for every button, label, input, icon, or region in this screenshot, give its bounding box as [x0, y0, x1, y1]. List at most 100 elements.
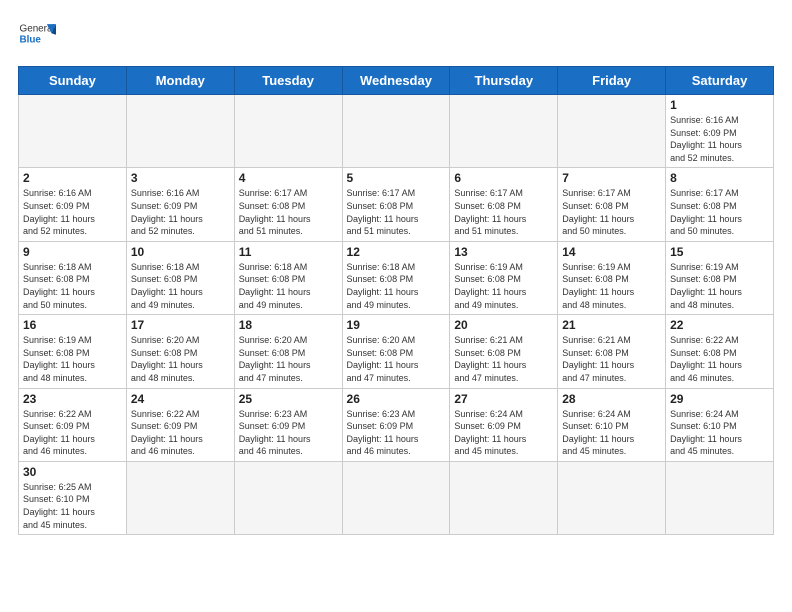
calendar-cell — [450, 461, 558, 534]
calendar-cell: 8Sunrise: 6:17 AM Sunset: 6:08 PM Daylig… — [666, 168, 774, 241]
calendar-week-row: 23 Sunrise: 6:22 AM Sunset: 6:09 PM Dayli… — [19, 388, 774, 461]
day-info: Sunrise: 6:19 AM Sunset: 6:08 PM Dayligh… — [23, 334, 122, 384]
weekday-header-sunday: Sunday — [19, 67, 127, 95]
day-number: 9 — [23, 245, 122, 259]
weekday-header-row: SundayMondayTuesdayWednesdayThursdayFrid… — [19, 67, 774, 95]
day-info: Sunrise: 6:25 AM Sunset: 6:10 PM Dayligh… — [23, 481, 122, 531]
day-info: Sunrise: 6:22 AM Sunset: 6:08 PM Dayligh… — [670, 334, 769, 384]
calendar-cell: 11 Sunrise: 6:18 AM Sunset: 6:08 PM Dayli… — [234, 241, 342, 314]
day-number: 1 — [670, 98, 769, 112]
day-number: 23 — [23, 392, 122, 406]
calendar-week-row: 30 Sunrise: 6:25 AM Sunset: 6:10 PM Dayli… — [19, 461, 774, 534]
day-number: 6 — [454, 171, 553, 185]
calendar-cell: 12Sunrise: 6:18 AM Sunset: 6:08 PM Dayli… — [342, 241, 450, 314]
header: General Blue — [18, 18, 774, 56]
day-info: Sunrise: 6:17 AM Sunset: 6:08 PM Dayligh… — [670, 187, 769, 237]
calendar-cell: 23 Sunrise: 6:22 AM Sunset: 6:09 PM Dayli… — [19, 388, 127, 461]
day-info: Sunrise: 6:17 AM Sunset: 6:08 PM Dayligh… — [562, 187, 661, 237]
calendar-cell: 15 Sunrise: 6:19 AM Sunset: 6:08 PM Dayli… — [666, 241, 774, 314]
day-info: Sunrise: 6:21 AM Sunset: 6:08 PM Dayligh… — [562, 334, 661, 384]
day-number: 15 — [670, 245, 769, 259]
calendar-cell — [342, 95, 450, 168]
calendar-cell: 30 Sunrise: 6:25 AM Sunset: 6:10 PM Dayli… — [19, 461, 127, 534]
calendar-cell: 28 Sunrise: 6:24 AM Sunset: 6:10 PM Dayli… — [558, 388, 666, 461]
calendar-cell: 4 Sunrise: 6:17 AM Sunset: 6:08 PM Daylig… — [234, 168, 342, 241]
calendar-week-row: 16 Sunrise: 6:19 AM Sunset: 6:08 PM Dayli… — [19, 315, 774, 388]
day-info: Sunrise: 6:16 AM Sunset: 6:09 PM Dayligh… — [670, 114, 769, 164]
day-number: 20 — [454, 318, 553, 332]
calendar-cell: 14 Sunrise: 6:19 AM Sunset: 6:08 PM Dayli… — [558, 241, 666, 314]
weekday-header-friday: Friday — [558, 67, 666, 95]
calendar-cell — [558, 461, 666, 534]
weekday-header-thursday: Thursday — [450, 67, 558, 95]
calendar-cell — [558, 95, 666, 168]
page: General Blue SundayMondayTuesdayWednesda… — [0, 0, 792, 612]
calendar-cell: 22 Sunrise: 6:22 AM Sunset: 6:08 PM Dayli… — [666, 315, 774, 388]
generalblue-logo-icon: General Blue — [18, 18, 56, 56]
day-info: Sunrise: 6:19 AM Sunset: 6:08 PM Dayligh… — [454, 261, 553, 311]
day-info: Sunrise: 6:24 AM Sunset: 6:10 PM Dayligh… — [562, 408, 661, 458]
calendar-cell — [126, 461, 234, 534]
day-info: Sunrise: 6:18 AM Sunset: 6:08 PM Dayligh… — [23, 261, 122, 311]
weekday-header-wednesday: Wednesday — [342, 67, 450, 95]
day-info: Sunrise: 6:19 AM Sunset: 6:08 PM Dayligh… — [562, 261, 661, 311]
calendar-cell: 17Sunrise: 6:20 AM Sunset: 6:08 PM Dayli… — [126, 315, 234, 388]
day-info: Sunrise: 6:20 AM Sunset: 6:08 PM Dayligh… — [239, 334, 338, 384]
day-number: 29 — [670, 392, 769, 406]
weekday-header-saturday: Saturday — [666, 67, 774, 95]
day-number: 16 — [23, 318, 122, 332]
calendar-cell: 10Sunrise: 6:18 AM Sunset: 6:08 PM Dayli… — [126, 241, 234, 314]
calendar-cell: 18Sunrise: 6:20 AM Sunset: 6:08 PM Dayli… — [234, 315, 342, 388]
day-number: 28 — [562, 392, 661, 406]
calendar-cell: 24Sunrise: 6:22 AM Sunset: 6:09 PM Dayli… — [126, 388, 234, 461]
calendar-cell: 1 Sunrise: 6:16 AM Sunset: 6:09 PM Daylig… — [666, 95, 774, 168]
day-info: Sunrise: 6:17 AM Sunset: 6:08 PM Dayligh… — [454, 187, 553, 237]
day-info: Sunrise: 6:17 AM Sunset: 6:08 PM Dayligh… — [347, 187, 446, 237]
calendar-cell — [342, 461, 450, 534]
calendar-week-row: 1 Sunrise: 6:16 AM Sunset: 6:09 PM Daylig… — [19, 95, 774, 168]
weekday-header-monday: Monday — [126, 67, 234, 95]
day-info: Sunrise: 6:17 AM Sunset: 6:08 PM Dayligh… — [239, 187, 338, 237]
day-number: 27 — [454, 392, 553, 406]
day-number: 11 — [239, 245, 338, 259]
day-number: 25 — [239, 392, 338, 406]
day-number: 3 — [131, 171, 230, 185]
day-number: 22 — [670, 318, 769, 332]
calendar-cell — [19, 95, 127, 168]
day-info: Sunrise: 6:23 AM Sunset: 6:09 PM Dayligh… — [347, 408, 446, 458]
day-number: 4 — [239, 171, 338, 185]
logo: General Blue — [18, 18, 56, 56]
weekday-header-tuesday: Tuesday — [234, 67, 342, 95]
day-number: 21 — [562, 318, 661, 332]
calendar-cell — [450, 95, 558, 168]
day-number: 10 — [131, 245, 230, 259]
day-info: Sunrise: 6:19 AM Sunset: 6:08 PM Dayligh… — [670, 261, 769, 311]
day-info: Sunrise: 6:22 AM Sunset: 6:09 PM Dayligh… — [23, 408, 122, 458]
day-number: 30 — [23, 465, 122, 479]
calendar-cell — [234, 461, 342, 534]
calendar-week-row: 9 Sunrise: 6:18 AM Sunset: 6:08 PM Daylig… — [19, 241, 774, 314]
day-info: Sunrise: 6:23 AM Sunset: 6:09 PM Dayligh… — [239, 408, 338, 458]
day-info: Sunrise: 6:18 AM Sunset: 6:08 PM Dayligh… — [347, 261, 446, 311]
day-number: 19 — [347, 318, 446, 332]
day-info: Sunrise: 6:22 AM Sunset: 6:09 PM Dayligh… — [131, 408, 230, 458]
day-info: Sunrise: 6:18 AM Sunset: 6:08 PM Dayligh… — [239, 261, 338, 311]
calendar-table: SundayMondayTuesdayWednesdayThursdayFrid… — [18, 66, 774, 535]
day-info: Sunrise: 6:21 AM Sunset: 6:08 PM Dayligh… — [454, 334, 553, 384]
day-info: Sunrise: 6:24 AM Sunset: 6:10 PM Dayligh… — [670, 408, 769, 458]
calendar-cell: 20 Sunrise: 6:21 AM Sunset: 6:08 PM Dayli… — [450, 315, 558, 388]
calendar-cell: 21 Sunrise: 6:21 AM Sunset: 6:08 PM Dayli… — [558, 315, 666, 388]
calendar-cell: 5 Sunrise: 6:17 AM Sunset: 6:08 PM Daylig… — [342, 168, 450, 241]
calendar-cell: 13Sunrise: 6:19 AM Sunset: 6:08 PM Dayli… — [450, 241, 558, 314]
day-info: Sunrise: 6:24 AM Sunset: 6:09 PM Dayligh… — [454, 408, 553, 458]
calendar-cell: 3Sunrise: 6:16 AM Sunset: 6:09 PM Daylig… — [126, 168, 234, 241]
day-number: 26 — [347, 392, 446, 406]
day-info: Sunrise: 6:20 AM Sunset: 6:08 PM Dayligh… — [347, 334, 446, 384]
calendar-cell — [234, 95, 342, 168]
calendar-cell: 9 Sunrise: 6:18 AM Sunset: 6:08 PM Daylig… — [19, 241, 127, 314]
day-number: 17 — [131, 318, 230, 332]
calendar-cell: 7Sunrise: 6:17 AM Sunset: 6:08 PM Daylig… — [558, 168, 666, 241]
day-number: 5 — [347, 171, 446, 185]
day-number: 14 — [562, 245, 661, 259]
calendar-cell: 27 Sunrise: 6:24 AM Sunset: 6:09 PM Dayli… — [450, 388, 558, 461]
